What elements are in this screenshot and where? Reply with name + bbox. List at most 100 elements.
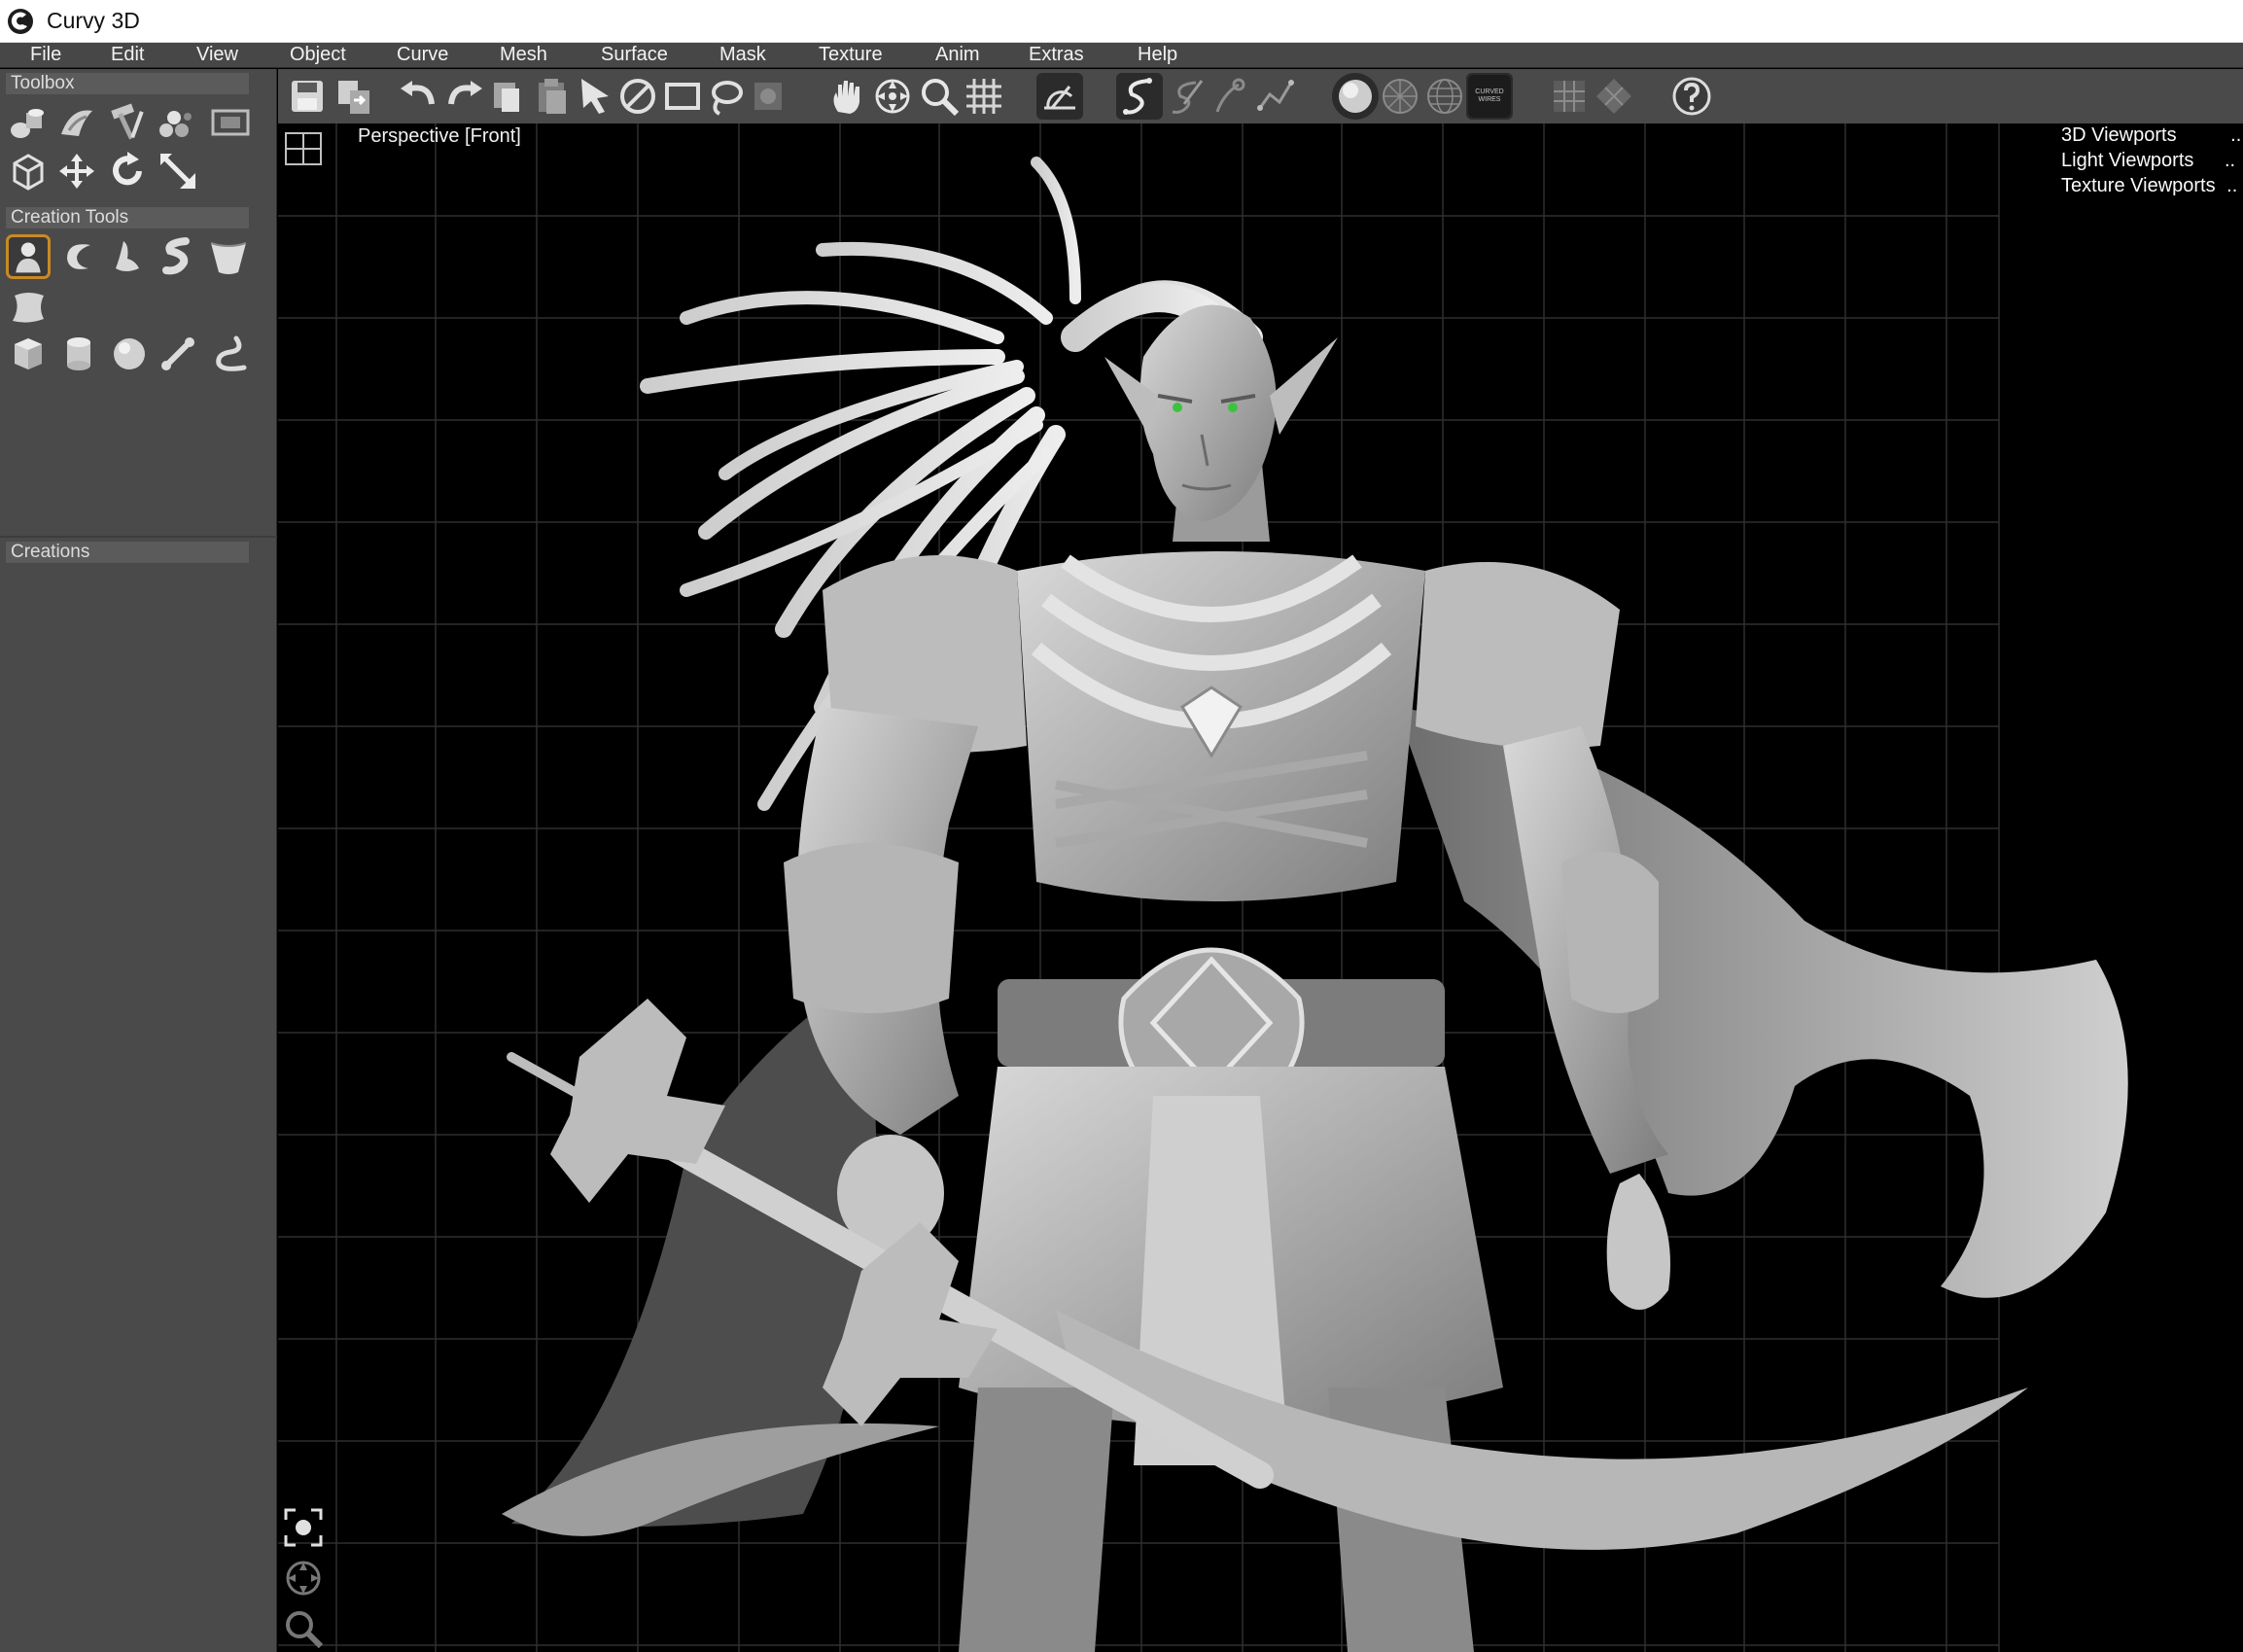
navigate-button[interactable] bbox=[869, 73, 916, 120]
viewport-layout-icon[interactable] bbox=[280, 125, 327, 172]
menu-surface[interactable]: Surface bbox=[597, 44, 672, 66]
paint-spheres-icon bbox=[159, 111, 192, 137]
lasso-select-button[interactable] bbox=[702, 73, 749, 120]
tube-primitive-tool[interactable] bbox=[206, 332, 251, 376]
menu-curve[interactable]: Curve bbox=[393, 44, 452, 66]
spring-creation-tool[interactable] bbox=[156, 234, 200, 279]
menu-object[interactable]: Object bbox=[286, 44, 350, 66]
help-button[interactable] bbox=[1668, 73, 1715, 120]
viewport-menu-3d-more: .. bbox=[2230, 124, 2242, 146]
vase-shape-icon bbox=[210, 242, 247, 274]
hand-pan-icon bbox=[833, 81, 859, 114]
scale-arrow-icon bbox=[160, 154, 195, 189]
wire-sphere-icon bbox=[1383, 79, 1418, 114]
curved-wires-label: CURVED WIRES bbox=[1468, 75, 1511, 118]
sheet-creation-tool[interactable] bbox=[6, 285, 51, 330]
pan-button[interactable] bbox=[824, 73, 871, 120]
hammer-tool[interactable] bbox=[105, 100, 150, 145]
bone-primitive-tool[interactable] bbox=[156, 332, 200, 376]
undo-button[interactable] bbox=[395, 73, 441, 120]
paint-tool[interactable] bbox=[154, 100, 198, 145]
wireframe-view-button[interactable] bbox=[1421, 73, 1468, 120]
curve-path-icon bbox=[1257, 80, 1294, 111]
move-arrows-icon bbox=[59, 154, 94, 189]
curve-path-button[interactable] bbox=[1252, 73, 1299, 120]
cube-primitive-tool[interactable] bbox=[6, 332, 51, 376]
paste-button[interactable] bbox=[529, 73, 576, 120]
viewport-menu-texture[interactable]: Texture Viewports .. bbox=[2061, 175, 2237, 197]
select-arrow-icon bbox=[581, 79, 609, 114]
creations-header: Creations bbox=[6, 542, 249, 563]
texture-view-button[interactable] bbox=[1591, 73, 1637, 120]
save-button[interactable] bbox=[284, 73, 331, 120]
mask-square-icon bbox=[754, 83, 782, 110]
cylinder-primitive-icon bbox=[67, 337, 90, 370]
copy-button[interactable] bbox=[484, 73, 531, 120]
grid-toggle-button[interactable] bbox=[961, 73, 1007, 120]
paste-clipboard-icon bbox=[539, 79, 566, 114]
select-button[interactable] bbox=[572, 73, 618, 120]
horn-creation-tool[interactable] bbox=[105, 234, 150, 279]
zoom-nav-icon[interactable] bbox=[282, 1607, 325, 1650]
shaded-view-button[interactable] bbox=[1332, 73, 1379, 120]
move-tool[interactable] bbox=[54, 149, 99, 193]
viewport-menu-3d[interactable]: 3D Viewports .. bbox=[2061, 124, 2241, 147]
menu-anim[interactable]: Anim bbox=[931, 44, 984, 66]
panel-divider bbox=[0, 536, 277, 538]
curl-shape-icon bbox=[67, 244, 90, 269]
menu-edit[interactable]: Edit bbox=[107, 44, 148, 66]
sphere-primitive-tool[interactable] bbox=[107, 332, 152, 376]
orbit-navigate-icon[interactable] bbox=[282, 1557, 325, 1599]
deselect-circle-icon bbox=[620, 79, 655, 114]
menu-file[interactable]: File bbox=[26, 44, 65, 66]
wireframe-shaded-view-button[interactable] bbox=[1377, 73, 1423, 120]
image-plane-tool[interactable] bbox=[208, 100, 253, 145]
rect-select-button[interactable] bbox=[659, 73, 706, 120]
menu-mesh[interactable]: Mesh bbox=[496, 44, 551, 66]
deselect-button[interactable] bbox=[614, 73, 661, 120]
bone-primitive-icon bbox=[161, 337, 194, 370]
menu-mask[interactable]: Mask bbox=[716, 44, 770, 66]
elf-warrior-model bbox=[502, 157, 2128, 1652]
lathe-creation-tool[interactable] bbox=[6, 234, 51, 279]
menu-bar: File Edit View Object Curve Mesh Surface… bbox=[0, 43, 2243, 68]
sculpt-tool[interactable] bbox=[54, 100, 99, 145]
menu-help[interactable]: Help bbox=[1134, 44, 1181, 66]
menu-texture[interactable]: Texture bbox=[815, 44, 887, 66]
mask-select-button[interactable] bbox=[745, 73, 791, 120]
viewport-menu-3d-label: 3D Viewports bbox=[2061, 124, 2177, 146]
3d-viewport[interactable]: Perspective [Front] 3D Viewports .. Ligh… bbox=[278, 123, 2243, 1652]
multi-object-icon bbox=[11, 109, 44, 138]
menu-extras[interactable]: Extras bbox=[1025, 44, 1088, 66]
symmetry-toggle-button[interactable] bbox=[1036, 73, 1083, 120]
lasso-icon bbox=[712, 81, 743, 116]
redo-button[interactable] bbox=[441, 73, 488, 120]
curl-creation-tool[interactable] bbox=[56, 234, 101, 279]
curved-wires-view-button[interactable]: CURVED WIRES bbox=[1466, 73, 1513, 120]
cloth-creation-tool[interactable] bbox=[206, 234, 251, 279]
viewport-menu-light[interactable]: Light Viewports .. bbox=[2061, 150, 2235, 172]
multi-object-tool[interactable] bbox=[6, 100, 51, 145]
cylinder-primitive-tool[interactable] bbox=[56, 332, 101, 376]
image-plane-icon bbox=[211, 109, 250, 136]
curve-draw-button[interactable] bbox=[1208, 73, 1254, 120]
protractor-icon bbox=[1044, 86, 1075, 110]
scale-tool[interactable] bbox=[156, 149, 200, 193]
viewport-menu-texture-label: Texture Viewports bbox=[2061, 175, 2216, 196]
help-question-icon bbox=[1672, 77, 1711, 116]
viewport-label[interactable]: Perspective [Front] bbox=[358, 125, 521, 148]
lattice-grid-icon bbox=[1554, 81, 1585, 112]
bounding-box-tool[interactable] bbox=[6, 149, 51, 193]
lattice-view-button[interactable] bbox=[1546, 73, 1593, 120]
focus-target-icon[interactable] bbox=[282, 1506, 325, 1549]
curve-pen-icon bbox=[1215, 78, 1245, 113]
export-button[interactable] bbox=[331, 73, 377, 120]
rotate-tool[interactable] bbox=[105, 149, 150, 193]
menu-view[interactable]: View bbox=[193, 44, 242, 66]
sphere-primitive-icon bbox=[114, 338, 145, 369]
curve-edit-button[interactable] bbox=[1163, 73, 1209, 120]
app-window: Curvy 3D File Edit View Object Curve Mes… bbox=[0, 0, 2243, 1652]
zoom-button[interactable] bbox=[916, 73, 963, 120]
curve-mode-button[interactable] bbox=[1116, 73, 1163, 120]
shaded-sphere-icon bbox=[1339, 80, 1372, 113]
